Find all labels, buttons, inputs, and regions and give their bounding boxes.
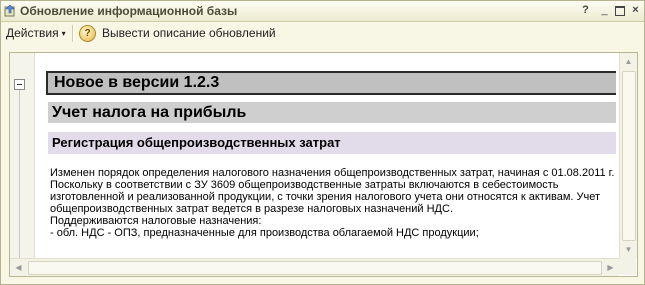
app-icon <box>4 4 15 17</box>
title-bar[interactable]: Обновление информационной базы ? _ × <box>1 1 644 22</box>
toolbar-separator <box>72 25 74 42</box>
help-window-button[interactable]: ? <box>578 3 593 18</box>
outline-line <box>19 90 20 258</box>
toolbar: Действия ▾ ? Вывести описание обновлений <box>1 22 644 45</box>
paragraph: - обл. НДС - ОПЗ, предназначенные для пр… <box>50 227 479 239</box>
collapse-icon[interactable] <box>14 79 25 90</box>
maximize-icon <box>615 6 625 16</box>
section-heading: Учет налога на прибыль <box>48 102 616 123</box>
horizontal-scroll-thumb[interactable] <box>28 261 602 275</box>
describe-updates-button[interactable]: Вывести описание обновлений <box>102 26 276 40</box>
document-area: Новое в версии 1.2.3 Учет налога на приб… <box>46 71 616 257</box>
paragraph: Поскольку в соответствии с ЗУ 3609 общеп… <box>50 179 601 215</box>
version-heading: Новое в версии 1.2.3 <box>46 71 616 95</box>
scroll-up-icon[interactable]: ▲ <box>620 53 637 70</box>
subsection-heading: Регистрация общепроизводственных затрат <box>48 132 616 154</box>
scroll-right-icon[interactable]: ▶ <box>602 259 619 276</box>
scroll-left-icon[interactable]: ◀ <box>10 259 27 276</box>
dropdown-arrow-icon: ▾ <box>61 29 66 38</box>
minimize-button[interactable]: _ <box>597 3 612 18</box>
vertical-scrollbar[interactable]: ▲ ▼ <box>619 53 637 258</box>
close-button[interactable]: × <box>628 3 643 18</box>
horizontal-scrollbar[interactable]: ◀ ▶ <box>10 258 619 276</box>
actions-menu-button[interactable]: Действия ▾ <box>6 26 66 40</box>
outline-gutter <box>10 53 35 258</box>
actions-label: Действия <box>6 26 59 40</box>
update-description-viewer: Новое в версии 1.2.3 Учет налога на приб… <box>9 52 638 277</box>
paragraph: Поддерживаются налоговые назначения: <box>50 215 262 227</box>
window-title: Обновление информационной базы <box>20 4 238 18</box>
body-text: Изменен порядок определения налогового н… <box>50 167 616 239</box>
help-icon[interactable]: ? <box>79 25 96 42</box>
vertical-scroll-thumb[interactable] <box>622 71 636 241</box>
update-infobase-window: Обновление информационной базы ? _ × Дей… <box>0 0 645 285</box>
paragraph: Изменен порядок определения налогового н… <box>50 167 615 179</box>
maximize-button[interactable] <box>612 3 627 18</box>
scroll-down-icon[interactable]: ▼ <box>620 241 637 258</box>
scrollbar-corner <box>619 258 636 275</box>
